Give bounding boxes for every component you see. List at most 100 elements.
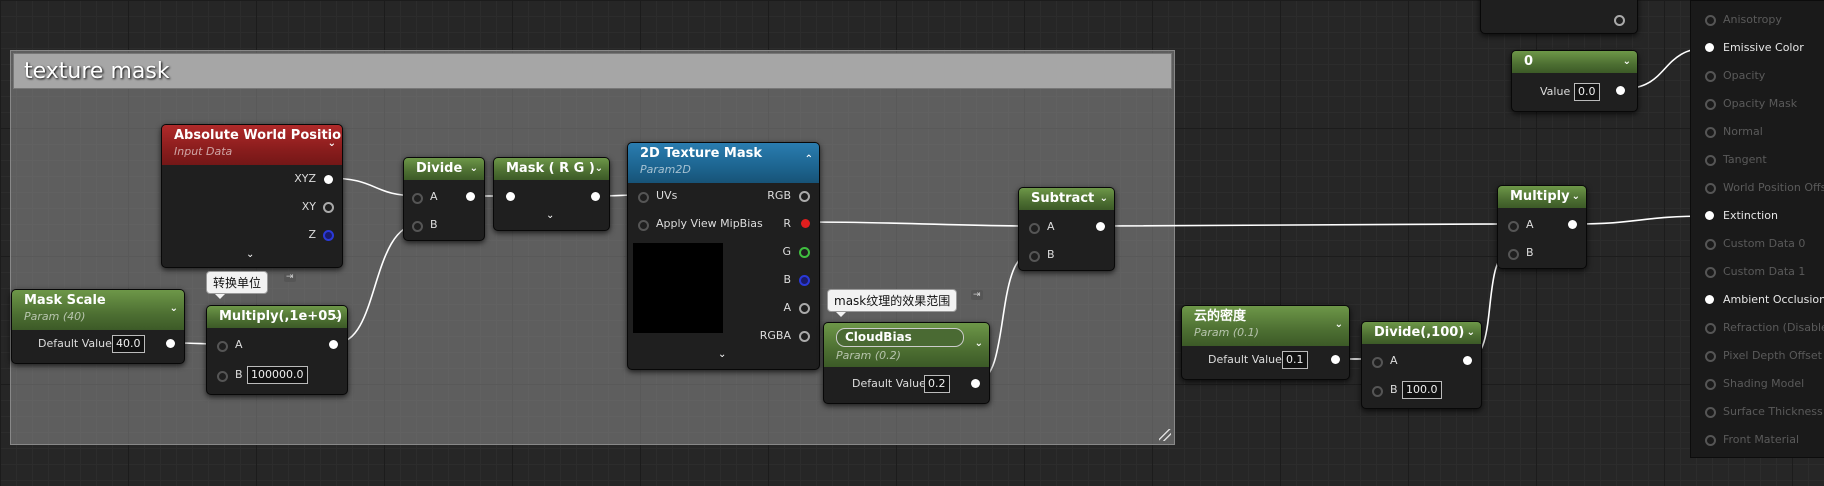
input-pin-b[interactable] [1508,249,1519,260]
input-pin-a[interactable] [217,341,228,352]
partial-node[interactable] [1480,0,1638,34]
input-pin[interactable] [1705,127,1716,138]
input-pin[interactable] [1705,435,1716,446]
input-pin[interactable] [1705,43,1714,52]
output-pin-rgba[interactable] [799,331,810,342]
output-pin[interactable] [329,340,338,349]
input-pin[interactable] [1705,351,1716,362]
chevron-down-icon[interactable]: ⌄ [328,135,336,153]
node-comment-bubble[interactable]: 转换单位 [206,271,269,299]
input-pin[interactable] [1705,71,1716,82]
chevron-down-icon[interactable]: ⌄ [470,158,478,180]
node-header[interactable]: 云的密度 Param (0.1) ⌄ [1182,306,1349,346]
input-pin[interactable] [1705,99,1716,110]
input-pin[interactable] [1705,211,1714,220]
default-value-input[interactable]: 0.2 [924,375,950,393]
mask-scale-node[interactable]: Mask Scale Param (40) ⌄ Default Value 40… [11,289,185,364]
multiply-node[interactable]: Multiply ⌄ A B [1497,185,1587,269]
output-pin[interactable] [1568,220,1577,229]
node-header[interactable]: Multiply(,1e+05) ⌄ [207,306,347,328]
expand-chevron-icon[interactable]: ⌄ [246,249,254,260]
input-pin-b[interactable] [412,221,423,232]
subtract-node[interactable]: Subtract ⌄ A B [1018,187,1115,271]
chevron-down-icon[interactable]: ⌄ [1100,188,1108,210]
default-value-input[interactable]: 0.1 [1282,351,1308,369]
pin-comment-icon[interactable]: ⇥ [971,290,983,300]
input-pin[interactable] [1705,295,1714,304]
chevron-down-icon[interactable]: ⌄ [333,306,341,328]
cloud-density-node[interactable]: 云的密度 Param (0.1) ⌄ Default Value 0.1 [1181,305,1350,380]
output-pin-xyz[interactable] [324,175,333,184]
node-header[interactable]: Subtract ⌄ [1019,188,1114,210]
node-header[interactable]: CloudBias Param (0.2) ⌄ [824,323,989,367]
divide-node[interactable]: Divide ⌄ A B [403,157,485,241]
chevron-down-icon[interactable]: ⌄ [1335,316,1343,334]
node-comment-bubble[interactable]: mask纹理的效果范围 [827,289,958,317]
parameter-name-input[interactable]: CloudBias [836,328,964,347]
input-pin[interactable] [1705,379,1716,390]
input-pin[interactable] [1705,239,1716,250]
input-pin[interactable] [1705,267,1716,278]
node-header[interactable]: Absolute World Position Input Data ⌄ [162,125,342,165]
input-pin[interactable] [1705,323,1716,334]
b-value-input[interactable]: 100.0 [1402,381,1442,399]
divide-100-node[interactable]: Divide(,100) ⌄ A B 100.0 [1361,321,1482,409]
output-pin-g[interactable] [799,247,810,258]
node-header[interactable]: Multiply ⌄ [1498,186,1586,208]
input-pin-b[interactable] [1029,251,1040,262]
value-input[interactable]: 0.0 [1574,83,1600,101]
input-pin[interactable] [1705,15,1716,26]
output-pin[interactable] [971,379,980,388]
input-pin-a[interactable] [412,193,423,204]
output-pin-z[interactable] [323,230,334,241]
input-pin[interactable] [1705,407,1716,418]
output-pin[interactable] [1616,86,1625,95]
output-pin[interactable] [1463,356,1472,365]
b-value-input[interactable]: 100000.0 [247,366,308,384]
input-pin-b[interactable] [1372,386,1383,397]
node-header[interactable]: 0 ⌄ [1512,51,1637,73]
input-pin[interactable] [506,192,515,201]
multiply-1e5-node[interactable]: Multiply(,1e+05) ⌄ A B 100000.0 [206,305,348,395]
input-pin-a[interactable] [1029,223,1040,234]
input-pin[interactable] [1705,183,1716,194]
node-header[interactable]: Divide(,100) ⌄ [1362,322,1481,344]
constant-zero-node[interactable]: 0 ⌄ Value 0.0 [1511,50,1638,112]
output-pin[interactable] [466,192,475,201]
output-pin[interactable] [591,192,600,201]
input-pin-a[interactable] [1508,221,1519,232]
expand-chevron-icon[interactable]: ⌄ [546,210,554,221]
expand-chevron-icon[interactable]: ⌄ [718,349,726,360]
input-pin-b[interactable] [217,371,228,382]
chevron-down-icon[interactable]: ⌄ [595,158,603,180]
chevron-down-icon[interactable]: ⌄ [170,300,178,318]
output-pin[interactable] [1614,15,1625,26]
texture-mask-node[interactable]: 2D Texture Mask Param2D ⌃ UVs Apply View… [627,142,820,370]
output-pin-a[interactable] [799,303,810,314]
output-pin-rgb[interactable] [799,191,810,202]
output-pin-xy[interactable] [323,202,334,213]
node-header[interactable]: Mask ( R G ) ⌄ [494,158,609,180]
node-header[interactable]: Mask Scale Param (40) ⌄ [12,290,184,330]
material-result-node[interactable]: Anisotropy Emissive Color Opacity Opacity M… [1690,0,1824,458]
output-pin[interactable] [1331,355,1340,364]
output-pin-b[interactable] [799,275,810,286]
chevron-down-icon[interactable]: ⌄ [1623,51,1631,73]
node-header[interactable]: Divide ⌄ [404,158,484,180]
absolute-world-position-node[interactable]: Absolute World Position Input Data ⌄ XYZ… [161,124,343,268]
default-value-input[interactable]: 40.0 [112,335,145,353]
chevron-down-icon[interactable]: ⌄ [975,335,983,353]
output-pin-r[interactable] [801,219,810,228]
input-pin-mipbias[interactable] [638,220,649,231]
node-header[interactable]: 2D Texture Mask Param2D ⌃ [628,143,819,183]
input-pin-uvs[interactable] [638,192,649,203]
pin-comment-icon[interactable]: ⇥ [284,272,296,282]
chevron-down-icon[interactable]: ⌄ [1572,186,1580,208]
chevron-down-icon[interactable]: ⌄ [1467,322,1475,344]
output-pin[interactable] [166,339,175,348]
chevron-up-icon[interactable]: ⌃ [805,151,813,169]
output-pin[interactable] [1096,222,1105,231]
input-pin-a[interactable] [1372,357,1383,368]
cloud-bias-node[interactable]: CloudBias Param (0.2) ⌄ Default Value 0.… [823,322,990,404]
mask-rg-node[interactable]: Mask ( R G ) ⌄ ⌄ [493,157,610,231]
